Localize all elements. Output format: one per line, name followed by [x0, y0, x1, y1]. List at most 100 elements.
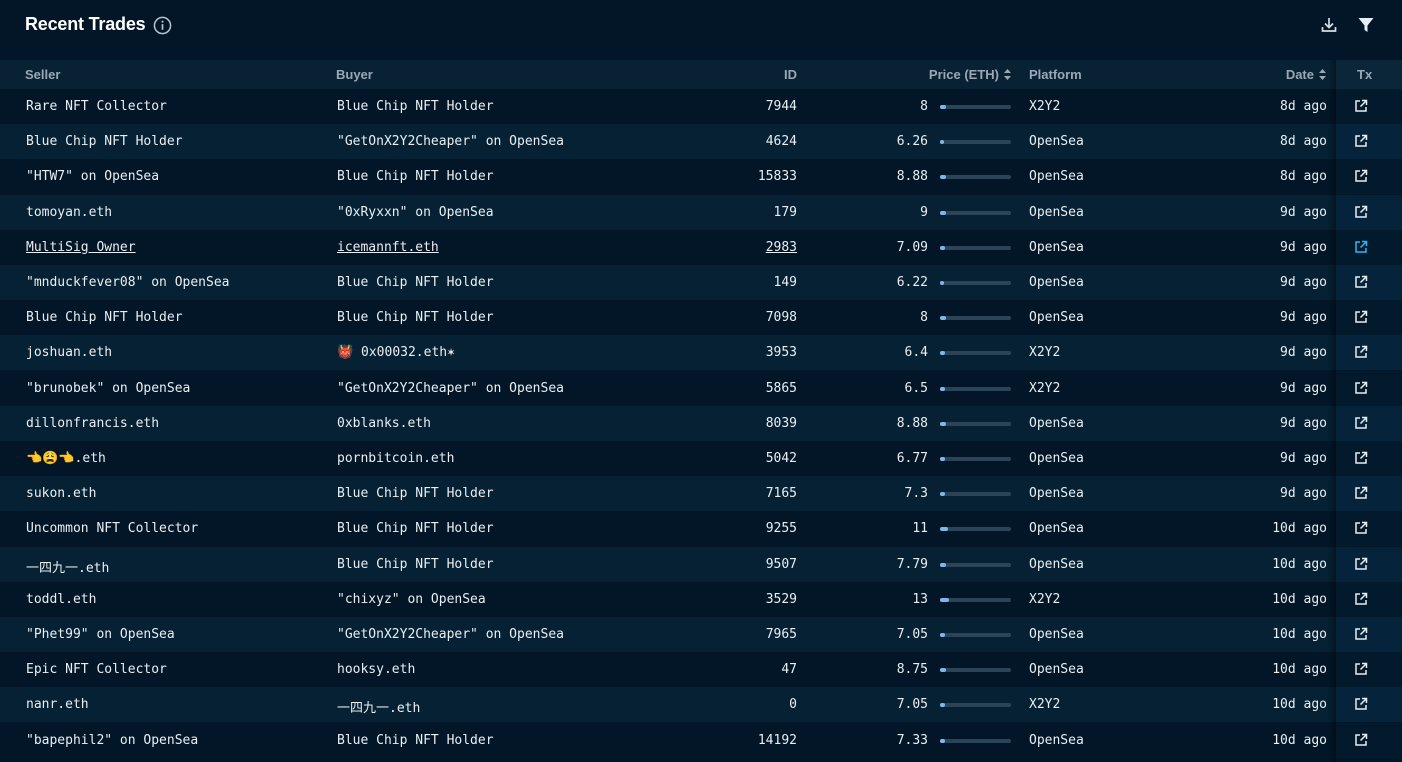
token-id-cell[interactable]: 7965	[766, 627, 797, 642]
table-row[interactable]: nanr.eth 一四九一.eth 0 7.05 X2Y2 10d ago	[0, 687, 1402, 722]
buyer-cell[interactable]: pornbitcoin.eth	[337, 451, 454, 466]
external-link-icon[interactable]	[1354, 486, 1368, 500]
external-link-icon[interactable]	[1354, 381, 1368, 395]
buyer-cell[interactable]: "GetOnX2Y2Cheaper" on OpenSea	[337, 381, 564, 396]
buyer-cell[interactable]: Blue Chip NFT Holder	[337, 521, 494, 536]
seller-cell[interactable]: "HTW7" on OpenSea	[26, 169, 159, 184]
table-row[interactable]: toddl.eth "chixyz" on OpenSea 3529 13 X2Y2 10…	[0, 582, 1402, 617]
table-row[interactable]: joshuan.eth 👹 0x00032.eth✶ 3953 6.4 X2Y2 9d a…	[0, 335, 1402, 370]
col-buyer[interactable]: Buyer	[336, 67, 373, 82]
seller-cell[interactable]: MultiSig Owner	[26, 240, 136, 255]
external-link-icon[interactable]	[1354, 169, 1368, 183]
external-link-icon[interactable]	[1354, 345, 1368, 359]
table-row[interactable]: Blue Chip NFT Holder "GetOnX2Y2Cheaper" o…	[0, 124, 1402, 159]
seller-cell[interactable]: 👈😩👈.eth	[26, 451, 106, 466]
buyer-cell[interactable]: Blue Chip NFT Holder	[337, 557, 494, 572]
buyer-cell[interactable]: Blue Chip NFT Holder	[337, 310, 494, 325]
seller-cell[interactable]: Uncommon NFT Collector	[26, 521, 198, 536]
token-id-cell[interactable]: 47	[781, 662, 797, 677]
buyer-cell[interactable]: Blue Chip NFT Holder	[337, 486, 494, 501]
seller-cell[interactable]: Blue Chip NFT Holder	[26, 310, 183, 325]
buyer-cell[interactable]: "0xRyxxn" on OpenSea	[337, 205, 494, 220]
token-id-cell[interactable]: 9255	[766, 521, 797, 536]
table-row[interactable]: dillonfrancis.eth 0xblanks.eth 8039 8.88 Ope…	[0, 406, 1402, 441]
token-id-cell[interactable]: 8039	[766, 416, 797, 431]
seller-cell[interactable]: joshuan.eth	[26, 345, 112, 360]
external-link-icon[interactable]	[1354, 662, 1368, 676]
token-id-cell[interactable]: 9507	[766, 557, 797, 572]
seller-cell[interactable]: 一四九一.eth	[26, 557, 109, 576]
external-link-icon[interactable]	[1354, 416, 1368, 430]
sort-icon[interactable]	[1003, 68, 1012, 81]
filter-icon[interactable]	[1357, 16, 1375, 34]
external-link-icon[interactable]	[1354, 733, 1368, 747]
table-row[interactable]: MultiSig Owner icemannft.eth 2983 7.09 OpenS…	[0, 230, 1402, 265]
external-link-icon[interactable]	[1354, 451, 1368, 465]
external-link-icon[interactable]	[1354, 310, 1368, 324]
external-link-icon[interactable]	[1354, 240, 1368, 254]
seller-cell[interactable]: Rare NFT Collector	[26, 99, 167, 114]
external-link-icon[interactable]	[1354, 697, 1368, 711]
token-id-cell[interactable]: 2983	[766, 240, 797, 255]
table-row[interactable]: "bapephil2" on OpenSea Blue Chip NFT Hold…	[0, 723, 1402, 758]
buyer-cell[interactable]: "chixyz" on OpenSea	[337, 592, 486, 607]
token-id-cell[interactable]: 7098	[766, 310, 797, 325]
buyer-cell[interactable]: 👹 0x00032.eth✶	[337, 345, 455, 360]
seller-cell[interactable]: Blue Chip NFT Holder	[26, 134, 183, 149]
table-row[interactable]: sukon.eth Blue Chip NFT Holder 7165 7.3 Open…	[0, 476, 1402, 511]
table-row[interactable]: 一四九一.eth Blue Chip NFT Holder 9507 7.79 Open…	[0, 547, 1402, 582]
token-id-cell[interactable]: 149	[774, 275, 797, 290]
seller-cell[interactable]: sukon.eth	[26, 486, 96, 501]
buyer-cell[interactable]: "GetOnX2Y2Cheaper" on OpenSea	[337, 134, 564, 149]
table-row[interactable]: tomoyan.eth "0xRyxxn" on OpenSea 179 9 OpenS…	[0, 195, 1402, 230]
buyer-cell[interactable]: Blue Chip NFT Holder	[337, 275, 494, 290]
buyer-cell[interactable]: Blue Chip NFT Holder	[337, 733, 494, 748]
token-id-cell[interactable]: 15833	[758, 169, 797, 184]
external-link-icon[interactable]	[1354, 592, 1368, 606]
col-seller[interactable]: Seller	[25, 67, 60, 82]
table-row[interactable]: Epic NFT Collector hooksy.eth 47 8.75 OpenSe…	[0, 652, 1402, 687]
external-link-icon[interactable]	[1354, 275, 1368, 289]
token-id-cell[interactable]: 14192	[758, 733, 797, 748]
table-row[interactable]: "brunobek" on OpenSea "GetOnX2Y2Cheaper" …	[0, 371, 1402, 406]
token-id-cell[interactable]: 3529	[766, 592, 797, 607]
buyer-cell[interactable]: 一四九一.eth	[337, 697, 420, 716]
external-link-icon[interactable]	[1354, 99, 1368, 113]
seller-cell[interactable]: "brunobek" on OpenSea	[26, 381, 190, 396]
col-platform[interactable]: Platform	[1029, 67, 1082, 82]
token-id-cell[interactable]: 4624	[766, 134, 797, 149]
external-link-icon[interactable]	[1354, 134, 1368, 148]
seller-cell[interactable]: tomoyan.eth	[26, 205, 112, 220]
token-id-cell[interactable]: 3953	[766, 345, 797, 360]
buyer-cell[interactable]: Blue Chip NFT Holder	[337, 169, 494, 184]
external-link-icon[interactable]	[1354, 521, 1368, 535]
seller-cell[interactable]: "bapephil2" on OpenSea	[26, 733, 198, 748]
seller-cell[interactable]: Epic NFT Collector	[26, 662, 167, 677]
token-id-cell[interactable]: 179	[774, 205, 797, 220]
external-link-icon[interactable]	[1354, 205, 1368, 219]
buyer-cell[interactable]: Blue Chip NFT Holder	[337, 99, 494, 114]
token-id-cell[interactable]: 7944	[766, 99, 797, 114]
external-link-icon[interactable]	[1354, 627, 1368, 641]
table-row[interactable]: "HTW7" on OpenSea Blue Chip NFT Holder 158…	[0, 159, 1402, 194]
token-id-cell[interactable]: 5865	[766, 381, 797, 396]
token-id-cell[interactable]: 0	[789, 697, 797, 712]
table-row[interactable]: "Phet99" on OpenSea "GetOnX2Y2Cheaper" on…	[0, 617, 1402, 652]
seller-cell[interactable]: toddl.eth	[26, 592, 96, 607]
seller-cell[interactable]: "mnduckfever08" on OpenSea	[26, 275, 230, 290]
col-id[interactable]: ID	[784, 67, 797, 82]
table-row[interactable]: 👈😩👈.eth pornbitcoin.eth 5042 6.77 OpenSea 9d …	[0, 441, 1402, 476]
table-row[interactable]: Rare NFT Collector Blue Chip NFT Holder 79…	[0, 89, 1402, 124]
external-link-icon[interactable]	[1354, 557, 1368, 571]
seller-cell[interactable]: dillonfrancis.eth	[26, 416, 159, 431]
table-row[interactable]: Uncommon NFT Collector Blue Chip NFT Hold…	[0, 511, 1402, 546]
buyer-cell[interactable]: hooksy.eth	[337, 662, 415, 677]
sort-icon[interactable]	[1318, 68, 1327, 81]
info-icon[interactable]	[153, 16, 172, 35]
seller-cell[interactable]: nanr.eth	[26, 697, 89, 712]
col-date[interactable]: Date	[1286, 67, 1327, 82]
table-row[interactable]: "mnduckfever08" on OpenSea Blue Chip NFT …	[0, 265, 1402, 300]
download-icon[interactable]	[1320, 16, 1338, 34]
seller-cell[interactable]: "Phet99" on OpenSea	[26, 627, 175, 642]
buyer-cell[interactable]: 0xblanks.eth	[337, 416, 431, 431]
